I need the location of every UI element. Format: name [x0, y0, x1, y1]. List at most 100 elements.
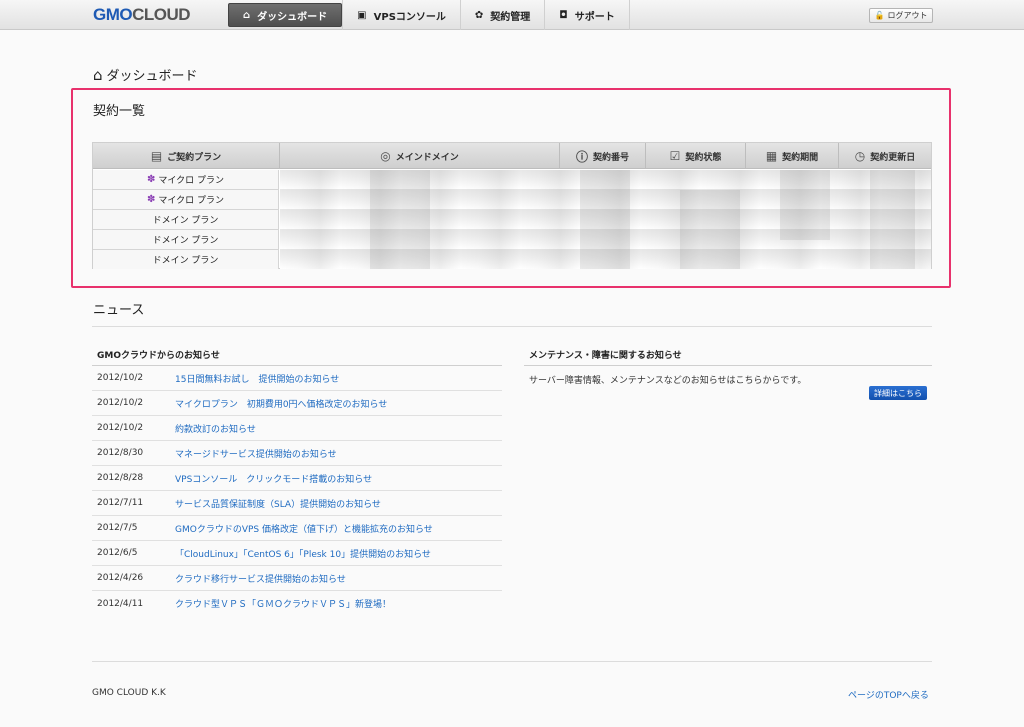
news-date: 2012/10/2	[97, 398, 144, 408]
gmo-news-heading: GMOクラウドからのお知らせ	[97, 351, 220, 361]
col-plan: ▤ ご契約プラン	[93, 143, 280, 169]
col-renewal-date-label: 契約更新日	[870, 152, 916, 163]
news-item: 2012/7/5 GMOクラウドのVPS 価格改定（値下げ）と機能拡充のお知らせ	[92, 516, 502, 541]
contract-row[interactable]: ドメイン プラン	[93, 210, 279, 230]
checkbox-icon: ☑	[669, 149, 681, 163]
news-date: 2012/8/30	[97, 448, 144, 458]
logo-cloud-text: CLOUD	[132, 5, 191, 24]
col-contract-period-label: 契約期間	[782, 152, 819, 163]
news-item: 2012/7/11 サービス品質保証制度（SLA）提供開始のお知らせ	[92, 491, 502, 516]
page-title-text: ダッシュボード	[106, 69, 198, 84]
news-date: 2012/8/28	[97, 473, 144, 483]
news-link[interactable]: マネージドサービス提供開始のお知らせ	[175, 447, 337, 460]
news-item: 2012/10/2 マイクロプラン 初期費用0円へ価格改定のお知らせ	[92, 391, 502, 416]
pixel-block	[780, 170, 830, 240]
news-item: 2012/10/2 15日間無料お試し 提供開始のお知らせ	[92, 366, 502, 391]
clock-icon: ◷	[854, 149, 866, 163]
gear-icon: ✿	[474, 9, 484, 21]
divider	[92, 326, 932, 327]
news-date: 2012/6/5	[97, 548, 138, 558]
logout-button[interactable]: 🔓 ログアウト	[869, 8, 933, 23]
pixel-block	[580, 170, 630, 269]
news-link[interactable]: マイクロプラン 初期費用0円へ価格改定のお知らせ	[175, 397, 387, 410]
camera-icon: ◘	[559, 9, 568, 21]
news-item: 2012/4/11 クラウド型ＶＰＳ「ＧＭＯクラウドＶＰＳ」新登場！	[92, 591, 502, 616]
details-button[interactable]: 詳細はこちら	[869, 386, 927, 400]
footer-divider	[92, 661, 932, 662]
info-icon: ⓘ	[575, 149, 588, 164]
col-contract-status-label: 契約状態	[685, 152, 722, 163]
main-nav: ⌂ ダッシュボード ▣ VPSコンソール ✿ 契約管理 ◘ サポート	[228, 0, 630, 30]
nav-contract-management-label: 契約管理	[490, 11, 531, 23]
pixel-block	[870, 170, 915, 269]
news-title: ニュース	[93, 303, 145, 318]
pixelated-contract-details	[280, 170, 931, 269]
nav-dashboard-label: ダッシュボード	[257, 11, 328, 23]
top-header: GMOCLOUD ⌂ ダッシュボード ▣ VPSコンソール ✿ 契約管理 ◘ サ…	[0, 0, 1024, 30]
document-icon: ▤	[150, 149, 163, 163]
news-date: 2012/7/11	[97, 498, 144, 508]
news-link[interactable]: VPSコンソール クリックモード搭載のお知らせ	[175, 472, 372, 485]
news-link[interactable]: 約款改訂のお知らせ	[175, 422, 256, 435]
nav-dashboard[interactable]: ⌂ ダッシュボード	[228, 3, 343, 27]
news-date: 2012/7/5	[97, 523, 138, 533]
col-main-domain-label: メインドメイン	[395, 152, 459, 163]
nav-contract-management[interactable]: ✿ 契約管理	[459, 0, 544, 30]
col-contract-period: ▦ 契約期間	[746, 143, 839, 169]
news-date: 2012/4/26	[97, 573, 144, 583]
news-date: 2012/10/2	[97, 373, 144, 383]
news-link[interactable]: GMOクラウドのVPS 価格改定（値下げ）と機能拡充のお知らせ	[175, 522, 433, 535]
contract-table-header: ▤ ご契約プラン ◎ メインドメイン ⓘ 契約番号 ☑ 契約状態 ▦ 契約期間 …	[93, 143, 931, 169]
contract-plan-name: ドメイン プラン	[152, 236, 219, 246]
globe-icon: ◎	[380, 149, 391, 163]
news-link[interactable]: 15日間無料お試し 提供開始のお知らせ	[175, 372, 339, 385]
home-icon: ⌂	[243, 9, 251, 21]
contract-row[interactable]: ✽ マイクロ プラン	[93, 190, 279, 210]
contract-plan-name: マイクロ プラン	[158, 176, 225, 186]
contracts-title: 契約一覧	[93, 104, 146, 119]
news-item: 2012/8/28 VPSコンソール クリックモード搭載のお知らせ	[92, 466, 502, 491]
news-link[interactable]: クラウド移行サービス提供開始のお知らせ	[175, 572, 346, 585]
col-main-domain: ◎ メインドメイン	[280, 143, 560, 169]
micro-plan-icon: ✽	[146, 174, 156, 185]
col-contract-number: ⓘ 契約番号	[560, 143, 646, 169]
news-date: 2012/10/2	[97, 423, 144, 433]
news-item: 2012/4/26 クラウド移行サービス提供開始のお知らせ	[92, 566, 502, 591]
gmo-cloud-logo[interactable]: GMOCLOUD	[93, 5, 191, 25]
logo-gmo-text: GMO	[93, 5, 133, 24]
contract-table: ▤ ご契約プラン ◎ メインドメイン ⓘ 契約番号 ☑ 契約状態 ▦ 契約期間 …	[92, 142, 932, 269]
col-renewal-date: ◷ 契約更新日	[839, 143, 931, 169]
contract-plan-name: ドメイン プラン	[152, 256, 219, 266]
contract-row[interactable]: ドメイン プラン	[93, 230, 279, 250]
pixel-block	[370, 170, 430, 269]
news-item: 2012/10/2 約款改訂のお知らせ	[92, 416, 502, 441]
nav-support-label: サポート	[574, 11, 615, 23]
pixel-block	[680, 190, 740, 269]
news-link[interactable]: 「CloudLinux」「CentOS 6」「Plesk 10」提供開始のお知ら…	[175, 547, 431, 560]
home-icon: ⌂	[93, 65, 103, 84]
col-plan-label: ご契約プラン	[167, 152, 222, 163]
maintenance-text: サーバー障害情報、メンテナンスなどのお知らせはこちらからです。	[529, 376, 807, 386]
contract-plan-name: マイクロ プラン	[158, 196, 225, 206]
col-contract-number-label: 契約番号	[593, 152, 630, 163]
nav-vps-console-label: VPSコンソール	[373, 11, 446, 23]
footer-company: GMO CLOUD K.K	[92, 688, 166, 698]
news-link[interactable]: サービス品質保証制度（SLA）提供開始のお知らせ	[175, 497, 381, 510]
contract-row[interactable]: ✽ マイクロ プラン	[93, 170, 279, 190]
col-contract-status: ☑ 契約状態	[646, 143, 746, 169]
news-item: 2012/8/30 マネージドサービス提供開始のお知らせ	[92, 441, 502, 466]
contract-plan-name: ドメイン プラン	[152, 216, 219, 226]
nav-vps-console[interactable]: ▣ VPSコンソール	[342, 0, 460, 30]
news-link[interactable]: クラウド型ＶＰＳ「ＧＭＯクラウドＶＰＳ」新登場！	[175, 597, 391, 610]
page-title: ⌂ ダッシュボード	[93, 65, 198, 85]
calendar-icon: ▦	[765, 149, 778, 163]
logout-label: ログアウト	[887, 11, 928, 20]
maintenance-heading: メンテナンス・障害に関するお知らせ	[529, 351, 682, 361]
back-to-top-link[interactable]: ページのTOPへ戻る	[848, 688, 929, 701]
contract-row[interactable]: ドメイン プラン	[93, 250, 279, 269]
divider	[524, 365, 932, 366]
news-item: 2012/6/5 「CloudLinux」「CentOS 6」「Plesk 10…	[92, 541, 502, 566]
micro-plan-icon: ✽	[146, 194, 156, 205]
console-icon: ▣	[357, 9, 367, 21]
nav-support[interactable]: ◘ サポート	[544, 0, 630, 30]
